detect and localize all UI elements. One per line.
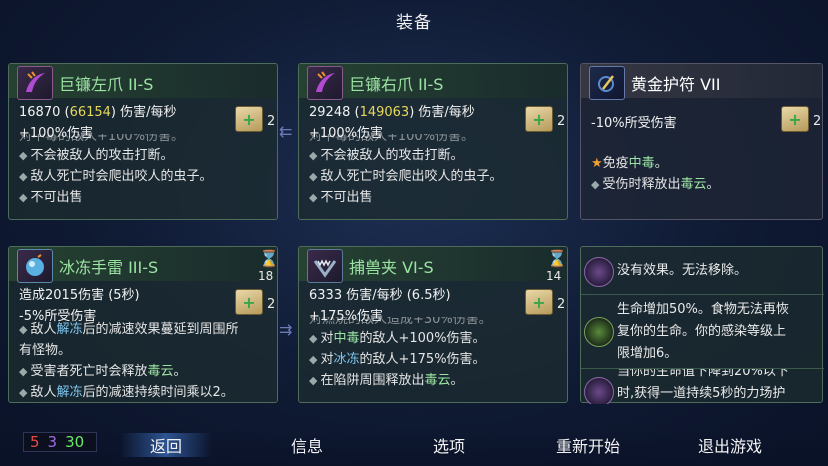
equipment-card-right-claw[interactable]: 巨镰右爪 II-S 29248 (149063) 伤害/每秒 +100%伤害 +…: [298, 63, 568, 220]
effect-list: 对燃烧的敌人造成+30%伤害。 ◆ 对中毒的敌人+100%伤害。 ◆ 对冰冻的敌人+…: [309, 317, 492, 388]
upgrade-scroll-icon[interactable]: +: [525, 106, 553, 132]
status-effect-row[interactable]: 生命增加50%。食物无法再恢 复你的生命。你的感染等级上 限增加6。: [581, 297, 824, 369]
cooldown-count: 14: [546, 269, 562, 283]
red-count: 5: [30, 433, 40, 451]
resource-counts: 5 3 30: [23, 432, 97, 452]
scroll-count: 2: [267, 114, 276, 129]
status-effect-row[interactable]: 当你的生命值下降到20%以下 时,获得一道持续5秒的力场护: [581, 369, 824, 404]
scroll-count: 2: [557, 297, 566, 312]
scroll-count: 2: [267, 297, 276, 312]
effect-line: 敌人死亡时会爬出咬人的虫子。: [320, 169, 503, 184]
bear-trap-icon: [307, 249, 343, 283]
link-arrow-icon: ⇉: [279, 320, 293, 339]
status-effect-row[interactable]: 没有效果。无法移除。: [581, 247, 824, 295]
green-count: 30: [65, 433, 85, 451]
status-effect-icon: [584, 257, 614, 287]
upgrade-scroll-icon[interactable]: +: [781, 106, 809, 132]
equipment-card-left-claw[interactable]: 巨镰左爪 II-S 16870 (66154) 伤害/每秒 +100%伤害 + …: [8, 63, 278, 220]
effect-line: 不会被敌人的攻击打断。: [30, 148, 174, 163]
item-name: 黄金护符 VII: [631, 75, 721, 94]
claw-icon: [17, 66, 53, 100]
status-effect-text: 当你的生命值下降到20%以下 时,获得一道持续5秒的力场护: [617, 369, 789, 401]
info-button[interactable]: 信息: [291, 433, 323, 457]
dps-stat: 29248 (149063) 伤害/每秒: [309, 105, 475, 120]
cooldown-count: 18: [258, 269, 274, 283]
page-title: 装备: [396, 13, 432, 33]
effect-cut: 对中毒的敌人+100%伤害。: [19, 134, 185, 144]
effect-cut: 对中毒的敌人+100%伤害。: [309, 134, 475, 144]
equipment-card-ice-grenade[interactable]: 冰冻手雷 III-S ⌛ 18 造成2015伤害 (5秒) -5%所受伤害 + …: [8, 246, 278, 403]
item-name: 捕兽夹 VI-S: [349, 258, 434, 277]
quit-game-button[interactable]: 退出游戏: [698, 433, 762, 457]
item-name: 巨镰右爪 II-S: [349, 75, 444, 94]
status-effect-text: 生命增加50%。食物无法再恢 复你的生命。你的感染等级上 限增加6。: [617, 302, 789, 361]
amulet-icon: [589, 66, 625, 100]
hourglass-icon: ⌛: [547, 249, 567, 268]
back-button[interactable]: 返回: [120, 433, 213, 457]
effect-list: 对中毒的敌人+100%伤害。 ◆ 不会被敌人的攻击打断。 ◆ 敌人死亡时会爬出咬人的…: [309, 134, 503, 205]
effect-line: 不会被敌人的攻击打断。: [320, 148, 464, 163]
damage-stat: 造成2015伤害 (5秒): [19, 288, 140, 303]
dps-stat: 6333 伤害/每秒 (6.5秒): [309, 288, 451, 303]
scroll-count: 2: [557, 114, 566, 129]
force-field-icon: [584, 377, 614, 404]
upgrade-scroll-icon[interactable]: +: [235, 106, 263, 132]
claw-icon: [307, 66, 343, 100]
item-name: 冰冻手雷 III-S: [59, 258, 159, 277]
dps-stat: 16870 (66154) 伤害/每秒: [19, 105, 177, 120]
effect-list: ★免疫中毒。 ◆ 受伤时释放出毒云。: [591, 156, 720, 192]
purple-count: 3: [47, 433, 58, 451]
link-arrow-icon: ⇇: [279, 122, 293, 141]
effect-cut: 对燃烧的敌人造成+30%伤害。: [309, 317, 492, 327]
restart-button[interactable]: 重新开始: [556, 433, 620, 457]
status-effects-panel: 没有效果。无法移除。 生命增加50%。食物无法再恢 复你的生命。你的感染等级上 …: [580, 246, 824, 404]
star-icon: ★: [591, 156, 603, 171]
ice-grenade-icon: [17, 249, 53, 283]
effect-list: 对中毒的敌人+100%伤害。 ◆ 不会被敌人的攻击打断。 ◆ 敌人死亡时会爬出咬人的…: [19, 134, 213, 205]
scroll-count: 2: [813, 114, 822, 129]
equipment-card-bear-trap[interactable]: 捕兽夹 VI-S ⌛ 14 6333 伤害/每秒 (6.5秒) +175%伤害 …: [298, 246, 568, 403]
options-button[interactable]: 选项: [433, 433, 465, 457]
infection-icon: [584, 317, 614, 347]
effect-line: 不可出售: [30, 190, 83, 205]
equipment-card-gold-amulet[interactable]: 黄金护符 VII -10%所受伤害 + 2 ★免疫中毒。 ◆ 受伤时释放出毒云。: [580, 63, 823, 220]
status-effect-text: 没有效果。无法移除。: [617, 263, 748, 278]
upgrade-scroll-icon[interactable]: +: [235, 289, 263, 315]
effect-list: ◆ 敌人解冻后的减速效果蔓延到周围所 有怪物。 ◆ 受害者死亡时会释放毒云。 ◆ 敌人…: [19, 322, 239, 400]
item-name: 巨镰左爪 II-S: [59, 75, 154, 94]
upgrade-scroll-icon[interactable]: +: [525, 289, 553, 315]
damage-reduction: -10%所受伤害: [591, 116, 677, 131]
effect-line: 不可出售: [320, 190, 373, 205]
hourglass-icon: ⌛: [259, 249, 278, 268]
effect-line: 敌人死亡时会爬出咬人的虫子。: [30, 169, 213, 184]
